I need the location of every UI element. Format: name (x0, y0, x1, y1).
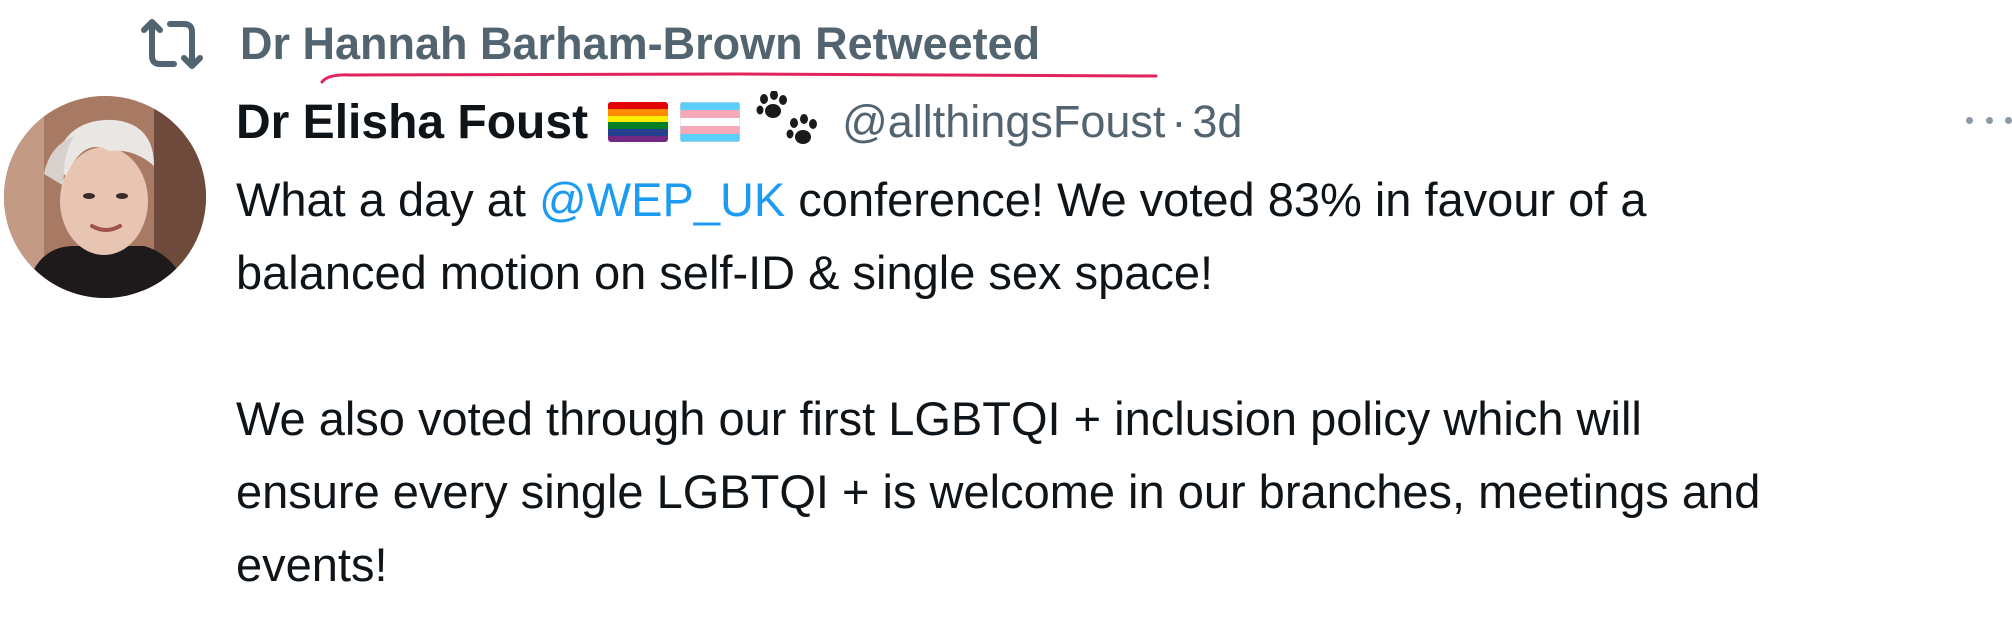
tweet-header: Dr Elisha Foust @allthingsFoust · 3d (236, 90, 1242, 154)
paragraph-break (236, 309, 2012, 382)
tweet-text-line: We also voted through our first LGBTQI +… (236, 392, 1642, 445)
more-horizontal-icon-dot (2005, 116, 2012, 124)
retweet-context: Dr Hannah Barham-Brown Retweeted (140, 16, 1158, 84)
tweet-text-line: balanced motion on self-ID & single sex … (236, 246, 1214, 299)
more-horizontal-icon-dot (1985, 116, 1993, 124)
transgender-flag-icon (680, 102, 741, 142)
paw-prints-icon (756, 91, 818, 144)
timestamp[interactable]: 3d (1192, 96, 1242, 148)
mention-link[interactable]: @WEP_UK (539, 173, 785, 226)
tweet-text-line: ensure every single LGBTQI + is welcome … (236, 465, 1761, 518)
separator-dot: · (1171, 96, 1187, 147)
tweet-text: What a day at @WEP_UK conference! We vot… (236, 163, 2012, 601)
retweet-icon (141, 19, 203, 69)
rainbow-flag-icon (608, 102, 669, 142)
annotation-underline (320, 72, 1158, 84)
tweet-text-line: What a day at @WEP_UK conference! We vot… (236, 163, 2012, 236)
tweet-text-line: events! (236, 538, 388, 591)
more-horizontal-icon (1966, 116, 1973, 124)
text-span: conference! We voted 83% in favour of a (785, 173, 1647, 226)
avatar-photo (4, 96, 206, 298)
tweet[interactable]: Dr Hannah Barham-Brown Retweeted Dr Elis… (0, 0, 2012, 617)
retweeted-by-text: Dr Hannah Barham-Brown Retweeted (240, 18, 1041, 69)
text-span: What a day at (236, 173, 540, 226)
name-emoji-badges (608, 91, 820, 153)
retweeted-by-label[interactable]: Dr Hannah Barham-Brown Retweeted (240, 18, 1158, 84)
more-options-button[interactable] (1966, 108, 2012, 132)
display-name[interactable]: Dr Elisha Foust (236, 95, 588, 150)
avatar[interactable] (4, 96, 206, 298)
author-handle[interactable]: @allthingsFoust (842, 96, 1165, 148)
